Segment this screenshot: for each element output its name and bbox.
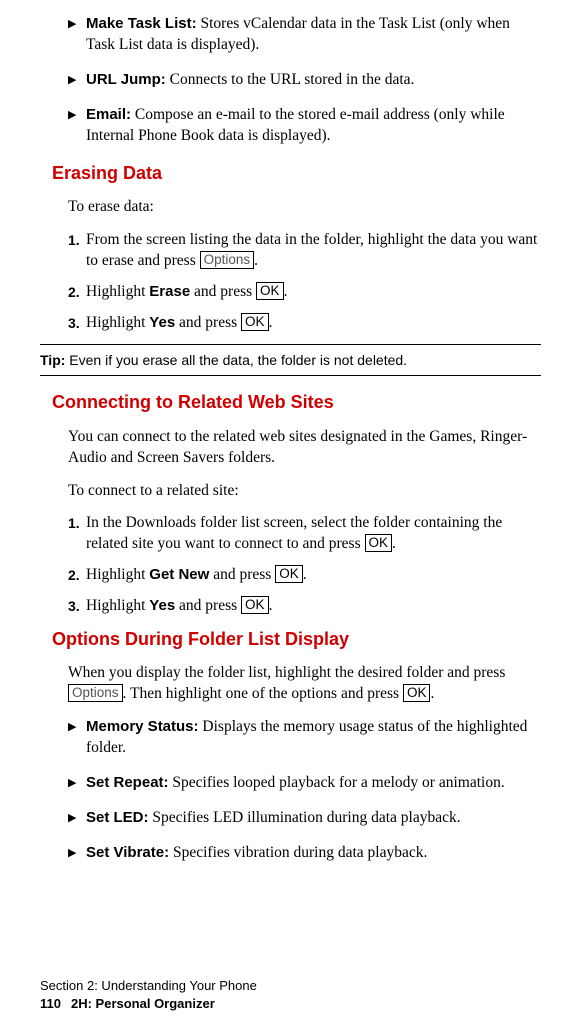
- bullet-body: Set LED: Specifies LED illumination duri…: [86, 808, 541, 829]
- step-body: From the screen listing the data in the …: [86, 230, 541, 272]
- bullet-item: ▶ Email: Compose an e-mail to the stored…: [68, 105, 541, 147]
- step-item: 2. Highlight Erase and press OK.: [68, 282, 541, 303]
- step-number: 2.: [68, 565, 86, 586]
- bullet-body: Memory Status: Displays the memory usage…: [86, 717, 541, 759]
- step-number: 1.: [68, 230, 86, 272]
- erasing-intro: To erase data:: [68, 197, 541, 218]
- options-intro-text: .: [430, 685, 434, 702]
- step-body: Highlight Get New and press OK.: [86, 565, 541, 586]
- bullet-item: ▶ Set Vibrate: Specifies vibration durin…: [68, 843, 541, 864]
- connecting-intro2: To connect to a related site:: [68, 481, 541, 502]
- bullet-body: URL Jump: Connects to the URL stored in …: [86, 70, 541, 91]
- page-content: ▶ Make Task List: Stores vCalendar data …: [40, 14, 541, 864]
- bullet-label: Set LED:: [86, 809, 149, 826]
- step-bold: Erase: [149, 283, 190, 300]
- step-text: .: [303, 566, 307, 583]
- step-item: 3. Highlight Yes and press OK.: [68, 596, 541, 617]
- step-number: 3.: [68, 596, 86, 617]
- step-text: .: [284, 283, 288, 300]
- ok-button-label: OK: [241, 313, 269, 331]
- ok-button-label: OK: [275, 565, 303, 583]
- step-text: Highlight: [86, 314, 149, 331]
- step-text: Highlight: [86, 566, 149, 583]
- bullet-label: Email:: [86, 106, 131, 123]
- tip-box: Tip: Even if you erase all the data, the…: [40, 344, 541, 377]
- triangle-icon: ▶: [68, 773, 86, 794]
- bullet-label: URL Jump:: [86, 71, 166, 88]
- page-footer: Section 2: Understanding Your Phone 110 2…: [40, 977, 257, 1013]
- bullet-text: Specifies looped playback for a melody o…: [169, 774, 505, 791]
- heading-erasing-data: Erasing Data: [52, 161, 541, 185]
- bullet-item: ▶ Make Task List: Stores vCalendar data …: [68, 14, 541, 56]
- options-intro-text: When you display the folder list, highli…: [68, 664, 505, 681]
- options-intro: When you display the folder list, highli…: [68, 663, 541, 705]
- triangle-icon: ▶: [68, 14, 86, 56]
- triangle-icon: ▶: [68, 843, 86, 864]
- bullet-text: Specifies LED illumination during data p…: [149, 809, 461, 826]
- step-item: 1. From the screen listing the data in t…: [68, 230, 541, 272]
- triangle-icon: ▶: [68, 717, 86, 759]
- bullet-item: ▶ Set Repeat: Specifies looped playback …: [68, 773, 541, 794]
- bullet-label: Set Repeat:: [86, 774, 169, 791]
- tip-text: Even if you erase all the data, the fold…: [65, 352, 407, 368]
- step-item: 2. Highlight Get New and press OK.: [68, 565, 541, 586]
- step-text: From the screen listing the data in the …: [86, 231, 537, 269]
- step-body: In the Downloads folder list screen, sel…: [86, 513, 541, 555]
- step-text: .: [254, 252, 258, 269]
- bullet-text: Compose an e-mail to the stored e-mail a…: [86, 106, 505, 144]
- step-text: .: [392, 535, 396, 552]
- step-text: .: [269, 597, 273, 614]
- bullet-label: Memory Status:: [86, 718, 199, 735]
- triangle-icon: ▶: [68, 105, 86, 147]
- options-intro-text: . Then highlight one of the options and …: [123, 685, 403, 702]
- bullet-item: ▶ Set LED: Specifies LED illumination du…: [68, 808, 541, 829]
- heading-connecting: Connecting to Related Web Sites: [52, 390, 541, 414]
- step-body: Highlight Yes and press OK.: [86, 596, 541, 617]
- tip-label: Tip:: [40, 352, 65, 368]
- ok-button-label: OK: [365, 534, 393, 552]
- connecting-intro1: You can connect to the related web sites…: [68, 427, 541, 469]
- ok-button-label: OK: [256, 282, 284, 300]
- step-number: 2.: [68, 282, 86, 303]
- step-bold: Yes: [149, 597, 175, 614]
- footer-line2: 110 2H: Personal Organizer: [40, 995, 257, 1013]
- bullet-label: Make Task List:: [86, 15, 197, 32]
- step-body: Highlight Erase and press OK.: [86, 282, 541, 303]
- page-number: 110: [40, 996, 61, 1011]
- step-text: and press: [190, 283, 256, 300]
- step-text: and press: [175, 314, 241, 331]
- options-button-label: Options: [200, 251, 255, 269]
- bullet-body: Make Task List: Stores vCalendar data in…: [86, 14, 541, 56]
- ok-button-label: OK: [241, 596, 269, 614]
- step-number: 1.: [68, 513, 86, 555]
- options-button-label: Options: [68, 684, 123, 702]
- bullet-body: Email: Compose an e-mail to the stored e…: [86, 105, 541, 147]
- step-bold: Get New: [149, 566, 209, 583]
- bullet-text: Specifies vibration during data playback…: [169, 844, 427, 861]
- step-text: and press: [175, 597, 241, 614]
- step-text: In the Downloads folder list screen, sel…: [86, 514, 502, 552]
- bullet-body: Set Repeat: Specifies looped playback fo…: [86, 773, 541, 794]
- triangle-icon: ▶: [68, 808, 86, 829]
- step-text: .: [269, 314, 273, 331]
- triangle-icon: ▶: [68, 70, 86, 91]
- step-text: Highlight: [86, 283, 149, 300]
- heading-options: Options During Folder List Display: [52, 627, 541, 651]
- step-text: Highlight: [86, 597, 149, 614]
- bullet-body: Set Vibrate: Specifies vibration during …: [86, 843, 541, 864]
- bullet-item: ▶ URL Jump: Connects to the URL stored i…: [68, 70, 541, 91]
- bullet-item: ▶ Memory Status: Displays the memory usa…: [68, 717, 541, 759]
- step-text: and press: [209, 566, 275, 583]
- step-bold: Yes: [149, 314, 175, 331]
- step-number: 3.: [68, 313, 86, 334]
- ok-button-label: OK: [403, 684, 431, 702]
- bullet-label: Set Vibrate:: [86, 844, 169, 861]
- footer-title: 2H: Personal Organizer: [71, 996, 215, 1011]
- step-item: 1. In the Downloads folder list screen, …: [68, 513, 541, 555]
- step-body: Highlight Yes and press OK.: [86, 313, 541, 334]
- bullet-text: Connects to the URL stored in the data.: [166, 71, 415, 88]
- footer-section: Section 2: Understanding Your Phone: [40, 977, 257, 995]
- step-item: 3. Highlight Yes and press OK.: [68, 313, 541, 334]
